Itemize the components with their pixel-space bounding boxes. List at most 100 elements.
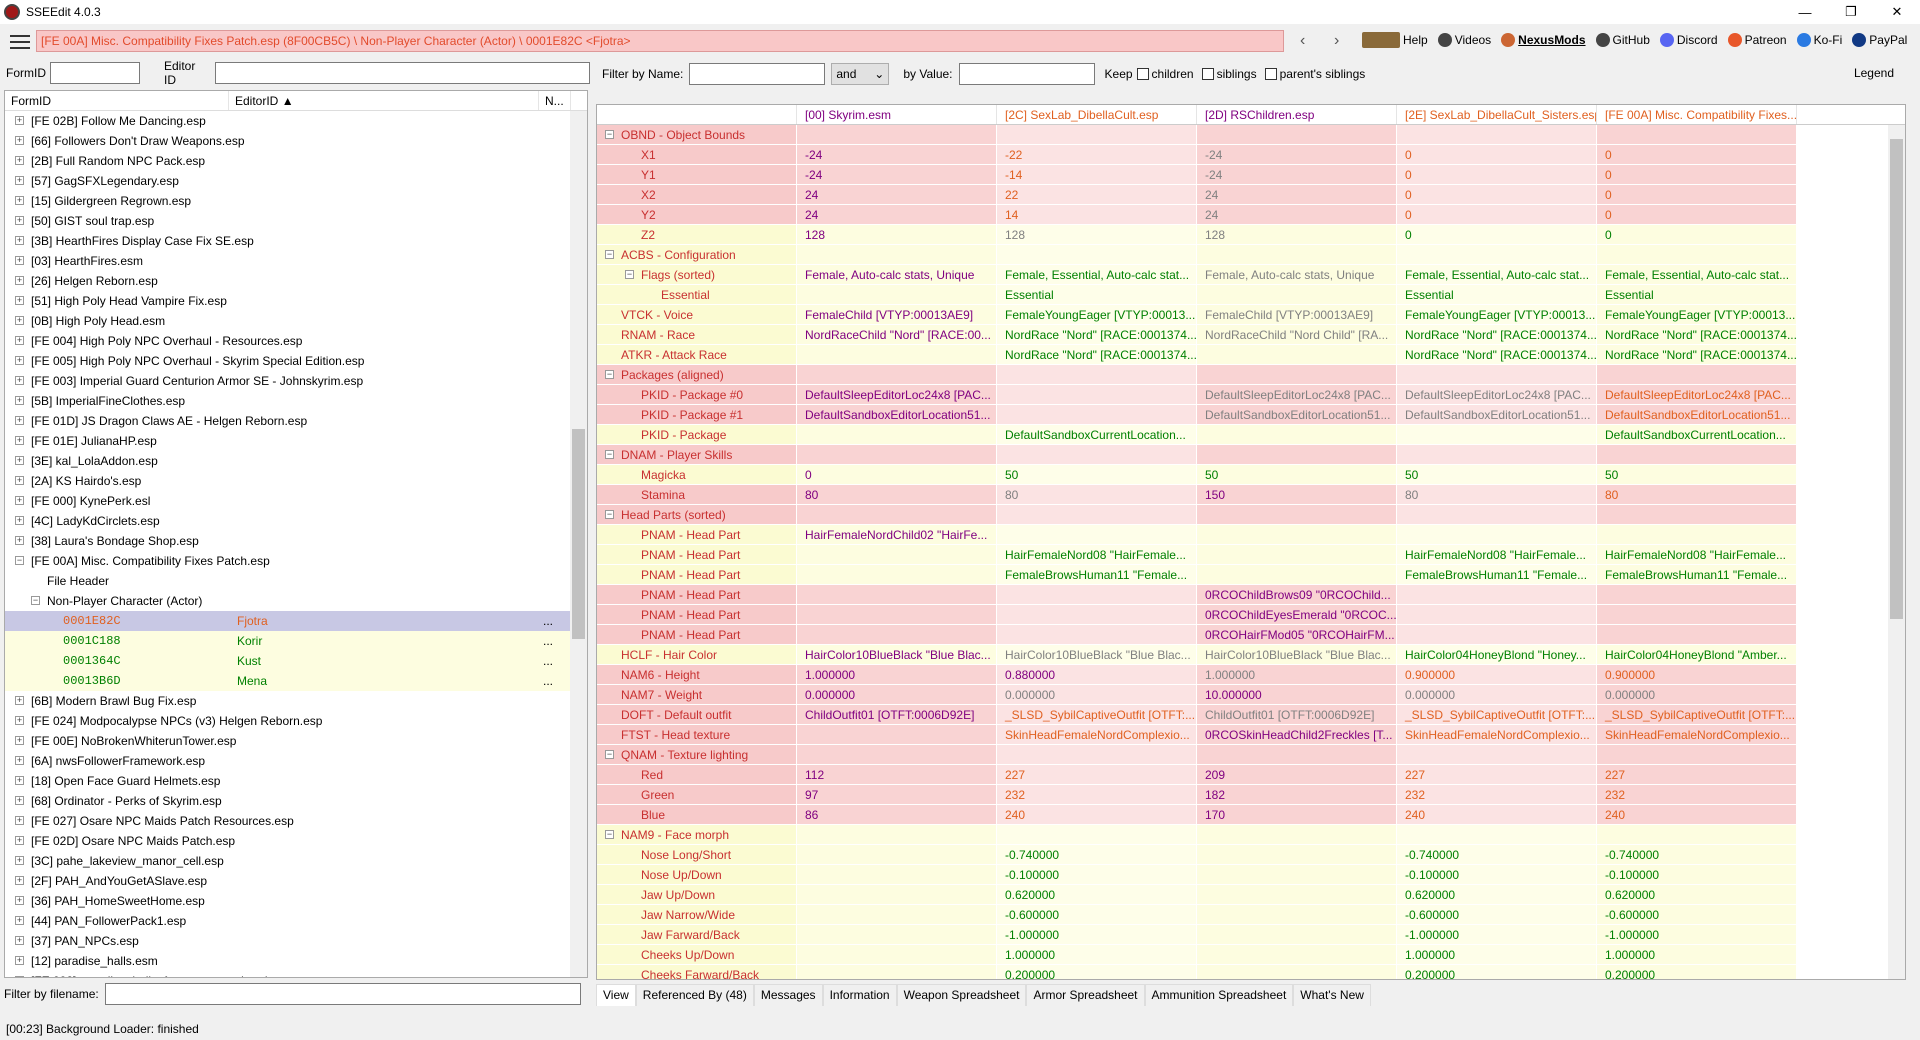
value-cell[interactable]: FemaleBrowsHuman11 "Female... (1397, 565, 1597, 584)
value-cell[interactable]: 0 (1397, 145, 1597, 164)
expand-icon[interactable]: + (15, 456, 24, 465)
value-cell[interactable]: 0 (797, 465, 997, 484)
value-cell[interactable]: DefaultSleepEditorLoc24x8 [PAC... (1197, 385, 1397, 404)
value-cell[interactable]: HairColor04HoneyBlond "Honey... (1397, 645, 1597, 664)
discord-link[interactable]: Discord (1659, 33, 1718, 47)
value-cell[interactable]: 22 (997, 185, 1197, 204)
grid-row[interactable]: Jaw Up/Down 0.620000 0.620000 0.620000 (597, 885, 1905, 905)
grid-scrollbar[interactable] (1888, 125, 1905, 979)
value-cell[interactable]: 1.000000 (997, 945, 1197, 964)
expand-icon[interactable]: + (15, 356, 24, 365)
value-cell[interactable]: 0.200000 (1397, 965, 1597, 979)
value-cell[interactable] (997, 125, 1197, 144)
value-cell[interactable] (797, 845, 997, 864)
value-cell[interactable]: 50 (1197, 465, 1397, 484)
value-cell[interactable]: 0RCOHairFMod05 "0RCOHairFM... (1197, 625, 1397, 644)
value-cell[interactable]: Essential (1397, 285, 1597, 304)
value-cell[interactable]: 128 (1197, 225, 1397, 244)
grid-row[interactable]: Blue 86 240 170 240 240 (597, 805, 1905, 825)
plugin-row[interactable]: + [0B] High Poly Head.esm (5, 311, 587, 331)
value-cell[interactable]: DefaultSandboxEditorLocation51... (1397, 405, 1597, 424)
expand-icon[interactable]: + (15, 476, 24, 485)
value-cell[interactable]: -24 (797, 145, 997, 164)
expand-icon[interactable]: + (15, 876, 24, 885)
value-cell[interactable] (1597, 125, 1797, 144)
value-cell[interactable] (1597, 245, 1797, 264)
grid-row[interactable]: NAM6 - Height 1.000000 0.880000 1.000000 0.9… (597, 665, 1905, 685)
grid-row[interactable]: Nose Long/Short -0.740000 -0.740000 -0.7400… (597, 845, 1905, 865)
legend-button[interactable]: Legend (1854, 66, 1894, 80)
value-cell[interactable]: Essential (1597, 285, 1797, 304)
value-cell[interactable]: 227 (997, 765, 1197, 784)
value-cell[interactable]: NordRaceChild "Nord Child" [RA... (1197, 325, 1397, 344)
value-cell[interactable]: 14 (997, 205, 1197, 224)
value-cell[interactable]: 0.880000 (997, 665, 1197, 684)
menu-icon[interactable] (10, 35, 30, 49)
value-cell[interactable] (1597, 445, 1797, 464)
value-cell[interactable]: ChildOutfit01 [OTFT:0006D92E] (1197, 705, 1397, 724)
grid-row[interactable]: FTST - Head texture SkinHeadFemaleNordCom… (597, 725, 1905, 745)
grid-row[interactable]: Stamina 80 80 150 80 80 (597, 485, 1905, 505)
value-cell[interactable]: ChildOutfit01 [OTFT:0006D92E] (797, 705, 997, 724)
expand-icon[interactable]: + (15, 536, 24, 545)
value-cell[interactable] (997, 445, 1197, 464)
grid-col-4[interactable]: [FE 00A] Misc. Compatibility Fixes... (1597, 105, 1797, 124)
tab-armor-spreadsheet[interactable]: Armor Spreadsheet (1026, 984, 1145, 1006)
value-cell[interactable] (1197, 965, 1397, 979)
value-cell[interactable]: 0 (1397, 205, 1597, 224)
collapse-icon[interactable]: − (605, 130, 614, 139)
value-cell[interactable]: NordRaceChild "Nord" [RACE:00... (797, 325, 997, 344)
value-cell[interactable] (1397, 245, 1597, 264)
tree-scroll-thumb[interactable] (572, 429, 585, 639)
value-cell[interactable] (1197, 905, 1397, 924)
collapse-icon[interactable]: − (15, 556, 24, 565)
plugin-row[interactable]: + [2A] KS Hairdo's.esp (5, 471, 587, 491)
plugin-row[interactable]: − [FE 00A] Misc. Compatibility Fixes Patc… (5, 551, 587, 571)
value-cell[interactable]: Essential (997, 285, 1197, 304)
plugin-row[interactable]: + [50] GIST soul trap.esp (5, 211, 587, 231)
value-cell[interactable] (1597, 625, 1797, 644)
value-cell[interactable]: _SLSD_SybilCaptiveOutfit [OTFT:... (997, 705, 1197, 724)
col-formid[interactable]: FormID (5, 91, 229, 110)
value-cell[interactable] (1197, 865, 1397, 884)
grid-row[interactable]: DOFT - Default outfit ChildOutfit01 [OTFT… (597, 705, 1905, 725)
value-cell[interactable]: 0.000000 (1397, 685, 1597, 704)
grid-col-1[interactable]: [2C] SexLab_DibellaCult.esp (997, 105, 1197, 124)
value-cell[interactable]: 10.000000 (1197, 685, 1397, 704)
plugin-row[interactable]: + [FE 01E] JulianaHP.esp (5, 431, 587, 451)
expand-icon[interactable]: + (15, 316, 24, 325)
value-cell[interactable]: 0 (1597, 225, 1797, 244)
value-cell[interactable] (997, 365, 1197, 384)
plugin-row[interactable]: + [3E] kal_LolaAddon.esp (5, 451, 587, 471)
value-cell[interactable]: _SLSD_SybilCaptiveOutfit [OTFT:... (1397, 705, 1597, 724)
value-cell[interactable] (1597, 745, 1797, 764)
value-cell[interactable] (1197, 525, 1397, 544)
value-cell[interactable] (797, 725, 997, 744)
grid-row[interactable]: − QNAM - Texture lighting (597, 745, 1905, 765)
value-cell[interactable] (797, 745, 997, 764)
value-cell[interactable]: HairFemaleNord08 "HairFemale... (1597, 545, 1797, 564)
expand-icon[interactable]: + (15, 256, 24, 265)
value-cell[interactable]: 112 (797, 765, 997, 784)
value-cell[interactable]: DefaultSleepEditorLoc24x8 [PAC... (1397, 385, 1597, 404)
value-cell[interactable]: NordRace "Nord" [RACE:0001374... (1397, 345, 1597, 364)
expand-icon[interactable]: + (15, 836, 24, 845)
grid-row[interactable]: PNAM - Head Part FemaleBrowsHuman11 "Fema… (597, 565, 1905, 585)
value-cell[interactable]: 80 (1597, 485, 1797, 504)
value-cell[interactable] (997, 745, 1197, 764)
value-cell[interactable]: FemaleYoungEager [VTYP:00013... (997, 305, 1197, 324)
value-cell[interactable] (1197, 245, 1397, 264)
tree-node[interactable]: − Non-Player Character (Actor) (5, 591, 587, 611)
expand-icon[interactable]: + (15, 236, 24, 245)
value-cell[interactable] (1597, 505, 1797, 524)
value-cell[interactable]: 232 (1597, 785, 1797, 804)
value-cell[interactable]: 0 (1597, 165, 1797, 184)
value-cell[interactable]: -0.600000 (1397, 905, 1597, 924)
parents-siblings-checkbox[interactable] (1264, 68, 1277, 80)
nexusmods-link[interactable]: NexusMods (1501, 33, 1586, 47)
value-cell[interactable] (1397, 625, 1597, 644)
expand-icon[interactable]: + (15, 516, 24, 525)
plugin-row[interactable]: + [03] HearthFires.esm (5, 251, 587, 271)
tree-scrollbar[interactable] (570, 111, 587, 977)
github-link[interactable]: GitHub (1595, 33, 1650, 47)
